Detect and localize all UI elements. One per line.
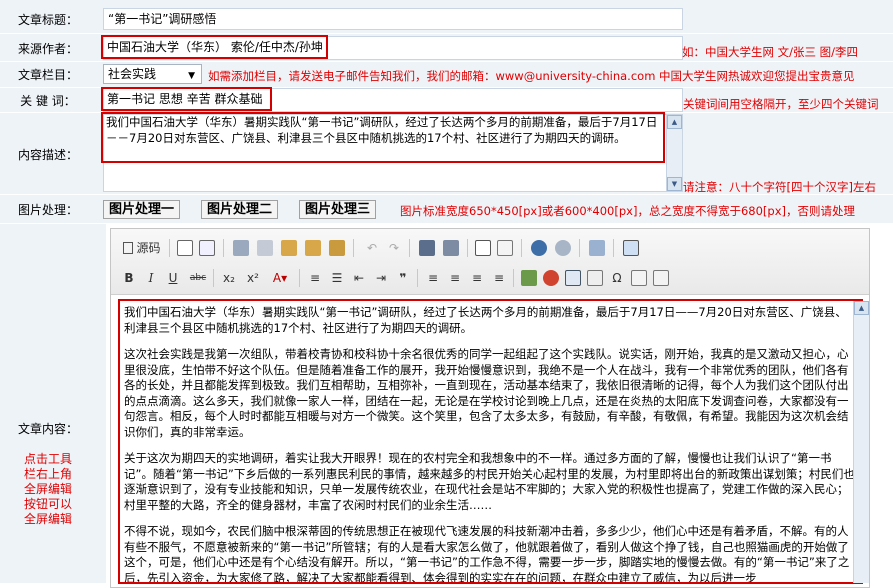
strike-icon[interactable]: abc [187,268,209,288]
special-char-icon[interactable]: Ω [609,268,625,288]
superscript-icon[interactable]: x² [243,268,263,288]
toolbar-separator [223,239,224,257]
editor-content-area[interactable]: 我们中国石油大学（华东）暑期实践队“第一书记”调研队，经过了长达两个多月的前期准… [118,299,863,584]
indent-icon[interactable]: ⇥ [373,268,389,288]
text-color-icon[interactable]: A▾ [267,268,293,288]
preview-icon[interactable] [177,240,193,256]
table-icon[interactable] [565,270,581,286]
replace-icon[interactable] [443,240,459,256]
bullet-list-icon[interactable]: ☰ [329,268,345,288]
image-icon[interactable] [521,270,537,286]
column-hint: 如需添加栏目，请发送电子邮件告知我们，我们的邮箱：www@university-… [208,69,855,83]
justify-icon[interactable]: ≡ [491,268,507,288]
italic-icon[interactable]: I [143,268,159,288]
fullscreen-side-note: 点击工具 栏右上角 全屏编辑 按钮可以 全屏编辑 [18,452,78,527]
eraser-icon[interactable] [589,240,605,256]
numbered-list-icon[interactable]: ≡ [307,268,323,288]
cut-icon[interactable] [233,240,249,256]
outdent-icon[interactable]: ⇤ [351,268,367,288]
toolbar-separator [409,239,410,257]
toolbar-separator [299,269,300,287]
keywords-hint: 关键词间用空格隔开，至少四个关键词 [683,97,879,111]
image-process-2-button[interactable]: 图片处理二 [201,200,279,219]
toolbar-separator [213,269,214,287]
toolbar-separator [467,239,468,257]
undo-icon[interactable]: ↶ [363,238,381,258]
side-note-line: 全屏编辑 [23,512,72,526]
subscript-icon[interactable]: x₂ [219,268,239,288]
source-input[interactable]: 中国石油大学（华东） 索伦/任中杰/孙坤 [101,35,328,59]
side-note-line: 全屏编辑 [23,482,72,496]
toolbar-separator [169,239,170,257]
summary-hint: 请注意：八十个字符[四十个汉字]左右 [683,180,876,194]
rich-text-editor: 源码 ↶ ↷ B I U abc x₂ x² A▾ ≡ ☰ ⇤ ⇥ ❞ ≡ ≡ … [110,228,870,588]
maximize-icon[interactable] [623,240,639,256]
source-button[interactable]: 源码 [119,238,165,258]
unlink-icon[interactable] [555,240,571,256]
toolbar-separator [417,269,418,287]
toolbar-separator [513,269,514,287]
title-input[interactable]: “第一书记”调研感悟 [103,8,683,30]
align-right-icon[interactable]: ≡ [469,268,485,288]
summary-label: 内容描述： [0,146,96,163]
editor-toolbar: 源码 ↶ ↷ B I U abc x₂ x² A▾ ≡ ☰ ⇤ ⇥ ❞ ≡ ≡ … [111,229,869,295]
side-note-line: 栏右上角 [23,467,72,481]
find-icon[interactable] [419,240,435,256]
column-label: 文章栏目： [0,66,96,83]
side-note-line: 按钮可以 [23,497,72,511]
source-label: 来源作者： [0,40,96,57]
column-select[interactable]: 社会实践 ▼ [103,64,202,84]
scroll-up-icon[interactable]: ▲ [667,115,682,129]
article-paragraph: 这次社会实践是我第一次组队，带着校青协和校科协十余名很优秀的同学一起组起了这个实… [124,347,849,439]
flash-icon[interactable] [543,270,559,286]
iframe-icon[interactable] [653,270,669,286]
blockquote-icon[interactable]: ❞ [395,268,411,288]
toolbar-separator [521,239,522,257]
link-icon[interactable] [531,240,547,256]
article-paragraph: 关于这次为期四天的实地调研，着实让我大开眼界！现在的农村完全和我想象中的不一样。… [124,451,855,512]
remove-format-icon[interactable] [497,240,513,256]
image-process-3-button[interactable]: 图片处理三 [299,200,377,219]
toolbar-separator [613,239,614,257]
toolbar-separator [353,239,354,257]
page-break-icon[interactable] [631,270,647,286]
select-all-icon[interactable] [475,240,491,256]
template-icon[interactable] [199,240,215,256]
paste-icon[interactable] [281,240,297,256]
copy-icon[interactable] [257,240,273,256]
redo-icon[interactable]: ↷ [385,238,403,258]
article-paragraph: 不得不说，现如今，农民们脑中根深蒂固的传统思想正在被现代飞速发展的科技新潮冲击着… [124,524,850,584]
document-icon [123,242,134,254]
horizontal-rule-icon[interactable] [587,270,603,286]
keywords-label: 关 键 词： [0,92,96,109]
keywords-input[interactable]: 第一书记 思想 辛苦 群众基础 [101,87,272,111]
source-hint: 如：中国大学生网 文/张三 图/李四 [682,45,859,59]
content-label: 文章内容： [0,420,96,437]
summary-textarea[interactable]: 我们中国石油大学（华东）暑期实践队“第一书记”调研队，经过了长达两个多月的前期准… [101,112,665,163]
align-center-icon[interactable]: ≡ [447,268,463,288]
bold-icon[interactable]: B [121,268,137,288]
row-bg [0,224,106,583]
scroll-up-icon[interactable]: ▲ [854,301,869,315]
paste-word-icon[interactable] [329,240,345,256]
image-process-1-button[interactable]: 图片处理一 [103,200,181,219]
underline-icon[interactable]: U [165,268,181,288]
column-select-value: 社会实践 [108,67,157,81]
align-left-icon[interactable]: ≡ [425,268,441,288]
chevron-down-icon: ▼ [188,71,195,81]
summary-scrollbar[interactable]: ▲ ▼ [666,115,682,191]
title-label: 文章标题： [0,11,96,28]
image-label: 图片处理： [0,201,96,218]
article-paragraph: 我们中国石油大学（华东）暑期实践队“第一书记”调研队，经过了长达两个多月的前期准… [124,305,847,335]
paste-text-icon[interactable] [305,240,321,256]
side-note-line: 点击工具 [23,452,72,466]
scroll-down-icon[interactable]: ▼ [667,177,682,191]
source-button-label: 源码 [136,241,161,255]
editor-scrollbar[interactable]: ▲ [853,301,869,583]
toolbar-separator [579,239,580,257]
image-hint: 图片标准宽度650*450[px]或者600*400[px]，总之宽度不得宽于6… [400,204,855,218]
